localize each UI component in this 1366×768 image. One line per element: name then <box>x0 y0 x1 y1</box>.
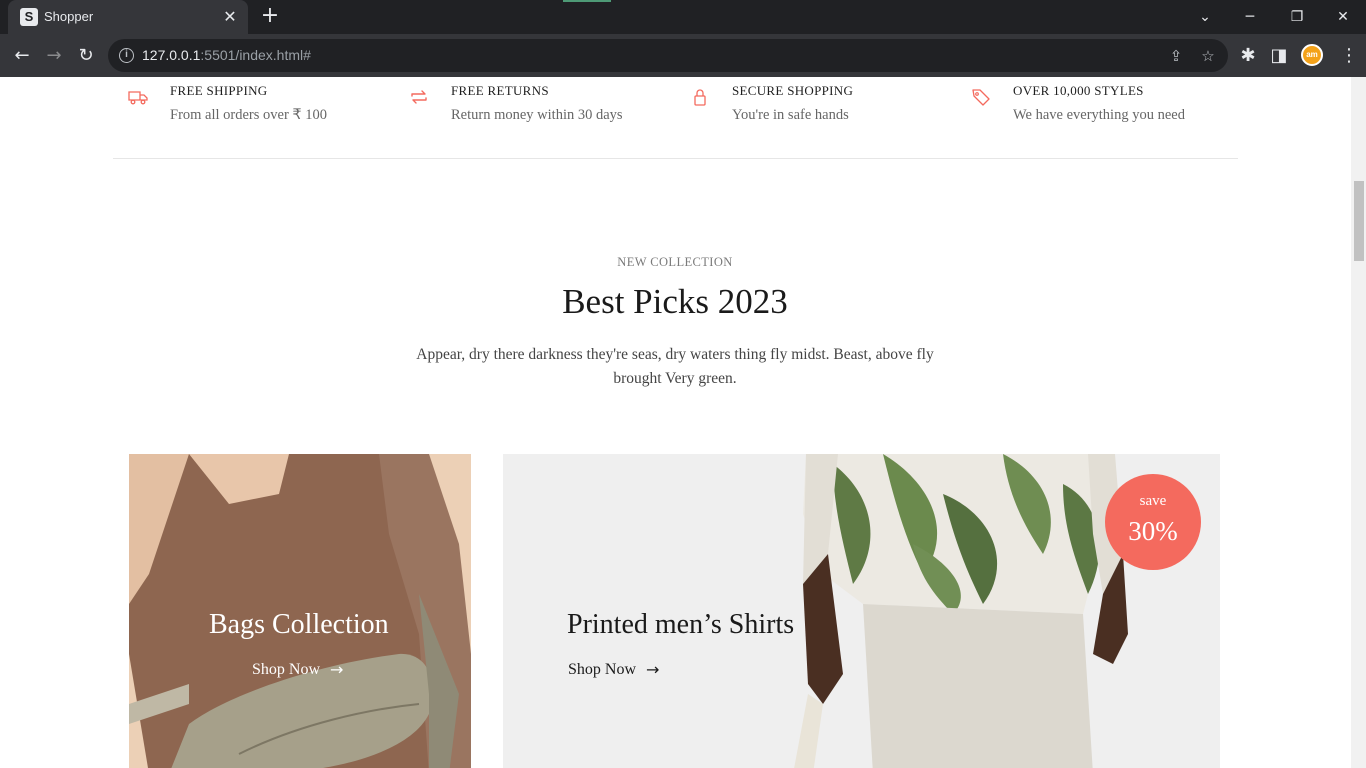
card-title: Bags Collection <box>209 609 389 640</box>
restore-icon[interactable]: ❐ <box>1285 5 1309 29</box>
feature-title: SECURE SHOPPING <box>732 83 854 98</box>
badge-value: 30% <box>1128 516 1178 546</box>
extensions-icon[interactable]: ✱ <box>1235 43 1261 69</box>
section-divider <box>113 158 1238 159</box>
shop-now-link[interactable]: Shop Now → <box>568 660 659 679</box>
shop-now-link[interactable]: Shop Now → <box>252 660 343 679</box>
close-window-icon[interactable]: ✕ <box>1331 5 1355 29</box>
feature-subtitle: We have everything you need <box>1013 107 1185 123</box>
page-viewport: FREE SHIPPING From all orders over ₹ 100… <box>0 77 1366 768</box>
discount-badge: save 30% <box>1105 474 1201 570</box>
back-icon[interactable]: ← <box>9 43 35 69</box>
feature-title: FREE SHIPPING <box>170 83 268 98</box>
browser-toolbar: ← → ↻ i 127.0.0.1:5501/index.html# ⇪ ☆ ✱… <box>0 34 1366 77</box>
tab-strip-indicator <box>563 0 611 2</box>
truck-icon <box>128 91 148 105</box>
arrow-right-icon: → <box>646 660 660 679</box>
feature-title: OVER 10,000 STYLES <box>1013 83 1144 98</box>
tag-icon <box>972 89 990 106</box>
reload-icon[interactable]: ↻ <box>73 43 99 69</box>
browser-tab-strip: S Shopper ✕ + ⌄ ─ ❐ ✕ <box>0 0 1366 34</box>
shop-now-label: Shop Now <box>568 660 637 678</box>
returns-icon <box>411 90 427 104</box>
arrow-right-icon: → <box>330 660 344 679</box>
badge-label: save <box>1139 493 1167 509</box>
minimize-icon[interactable]: ─ <box>1238 5 1262 29</box>
feature-title: FREE RETURNS <box>451 83 549 98</box>
collection-eyebrow: NEW COLLECTION <box>617 255 733 269</box>
bags-collection-card[interactable]: Bags Collection Shop Now → <box>129 454 471 768</box>
close-tab-icon[interactable]: ✕ <box>220 7 240 27</box>
feature-subtitle: You're in safe hands <box>732 107 849 123</box>
address-bar[interactable]: i 127.0.0.1:5501/index.html# ⇪ ☆ <box>108 39 1228 72</box>
collection-heading: Best Picks 2023 <box>562 282 788 321</box>
bookmark-star-icon[interactable]: ☆ <box>1197 45 1219 67</box>
url-text[interactable]: 127.0.0.1:5501/index.html# <box>142 47 311 63</box>
side-panel-icon[interactable]: ◨ <box>1266 43 1292 69</box>
printed-shirts-card[interactable]: Printed men’s Shirts Shop Now → save 30% <box>503 454 1220 768</box>
scrollbar-thumb[interactable] <box>1354 181 1364 261</box>
shop-now-label: Shop Now <box>252 660 321 678</box>
tab-favicon-icon: S <box>20 8 38 26</box>
share-icon[interactable]: ⇪ <box>1165 45 1187 67</box>
page-scrollbar[interactable] <box>1351 77 1366 768</box>
browser-tab[interactable]: S Shopper ✕ <box>8 0 248 34</box>
forward-icon[interactable]: → <box>41 43 67 69</box>
card-title: Printed men’s Shirts <box>567 609 795 640</box>
site-info-icon[interactable]: i <box>119 48 134 63</box>
new-tab-icon[interactable]: + <box>258 5 282 29</box>
profile-avatar[interactable]: am <box>1301 44 1323 66</box>
tab-search-icon[interactable]: ⌄ <box>1193 5 1217 29</box>
feature-subtitle: Return money within 30 days <box>451 107 623 123</box>
collection-description: Appear, dry there darkness they're seas,… <box>416 346 934 387</box>
browser-menu-icon[interactable]: ⋮ <box>1336 43 1362 69</box>
tab-title: Shopper <box>44 9 94 24</box>
feature-subtitle: From all orders over ₹ 100 <box>170 107 328 123</box>
lock-icon <box>694 89 706 106</box>
